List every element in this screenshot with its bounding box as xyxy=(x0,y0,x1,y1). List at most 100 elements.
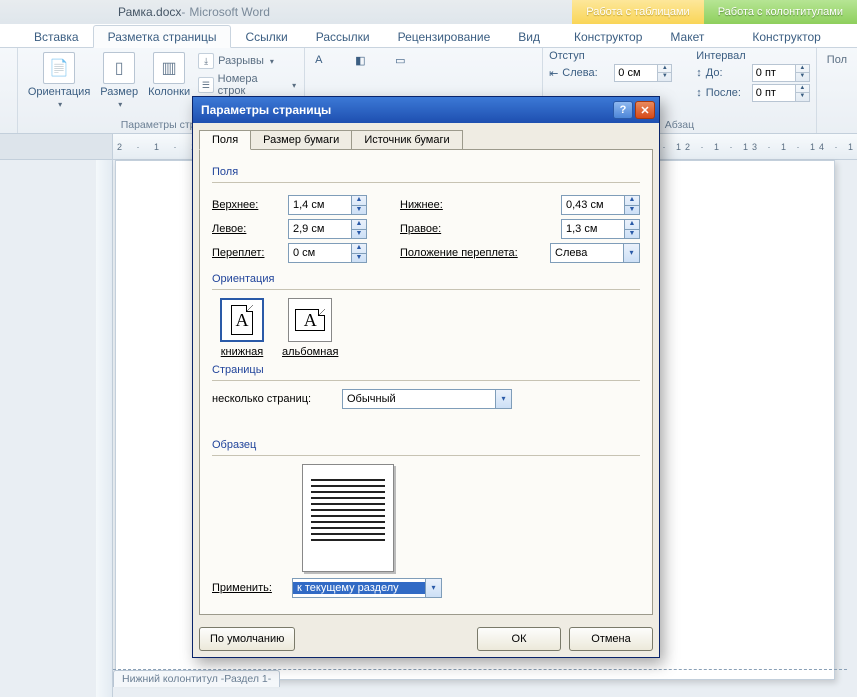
chevron-down-icon: ▾ xyxy=(425,579,441,597)
spinner-arrows[interactable]: ▲▼ xyxy=(624,220,639,238)
gutter-field[interactable] xyxy=(289,244,351,262)
apply-to-combo[interactable]: к текущему разделу ▾ xyxy=(292,578,442,598)
tab-insert[interactable]: Вставка xyxy=(20,26,93,47)
size-icon: ▯ xyxy=(103,52,135,84)
gutter-position-combo[interactable]: Слева ▾ xyxy=(550,243,640,263)
top-margin-label: Верхнее: xyxy=(212,199,288,211)
chevron-down-icon: ▾ xyxy=(495,390,511,408)
cancel-button[interactable]: Отмена xyxy=(569,627,653,651)
spacing-before-label: До: xyxy=(706,67,748,79)
spinner-arrows[interactable]: ▲▼ xyxy=(351,196,366,214)
apply-to-value: к текущему разделу xyxy=(293,582,425,594)
dialog-help-button[interactable]: ? xyxy=(613,101,633,119)
dialog-body: Поля Верхнее: ▲▼ Левое: ▲▼ xyxy=(199,149,653,615)
indent-left-input[interactable]: ▲▼ xyxy=(614,64,672,82)
spacing-before-input[interactable]: ▲▼ xyxy=(752,64,810,82)
bottom-margin-field[interactable] xyxy=(562,196,624,214)
page-borders-icon[interactable]: ▭ xyxy=(395,54,427,86)
bottom-margin-input[interactable]: ▲▼ xyxy=(561,195,640,215)
right-margin-field[interactable] xyxy=(562,220,624,238)
close-icon: ✕ xyxy=(640,104,649,117)
indent-left-field[interactable] xyxy=(615,65,657,81)
breaks-menu[interactable]: ⤓ Разрывы ▾ xyxy=(196,52,298,70)
page-color-icon[interactable]: ◧ xyxy=(355,54,387,86)
section-rule xyxy=(212,455,640,456)
tab-view[interactable]: Вид xyxy=(504,26,554,47)
left-margin-field[interactable] xyxy=(289,220,351,238)
landscape-label: альбомная xyxy=(282,346,338,358)
orientation-portrait-button[interactable]: A книжная xyxy=(220,298,264,358)
tab-headerfooter-design[interactable]: Конструктор xyxy=(738,26,834,47)
apply-to-label: Применить: xyxy=(212,582,292,594)
columns-button[interactable]: ▥ Колонки xyxy=(144,50,194,111)
tab-table-layout[interactable]: Макет xyxy=(656,26,718,47)
top-margin-field[interactable] xyxy=(289,196,351,214)
spinner-arrows[interactable]: ▲▼ xyxy=(795,85,809,101)
spinner-arrows[interactable]: ▲▼ xyxy=(624,196,639,214)
orientation-button[interactable]: 📄 Ориентация ▾ xyxy=(24,50,94,111)
ribbon-group-spacer xyxy=(0,48,18,133)
tab-table-design[interactable]: Конструктор xyxy=(560,26,656,47)
help-icon: ? xyxy=(620,104,627,116)
landscape-icon: A xyxy=(288,298,332,342)
spinner-arrows[interactable]: ▲▼ xyxy=(657,65,671,81)
footer-section-tab[interactable]: Нижний колонтитул -Раздел 1- xyxy=(113,670,280,687)
size-button[interactable]: ▯ Размер ▾ xyxy=(96,50,142,111)
left-margin-label: Левое: xyxy=(212,223,288,235)
spinner-arrows[interactable]: ▲▼ xyxy=(795,65,809,81)
indent-left-label: Слева: xyxy=(562,67,610,79)
context-tab-table-tools: Работа с таблицами xyxy=(572,0,703,24)
chevron-down-icon: ▾ xyxy=(58,100,62,109)
spacing-after-icon: ↕ xyxy=(696,87,702,99)
app-name: Microsoft Word xyxy=(189,5,269,19)
line-numbers-menu[interactable]: ☰ Номера строк ▾ xyxy=(196,72,298,98)
dialog-close-button[interactable]: ✕ xyxy=(635,101,655,119)
section-rule xyxy=(212,289,640,290)
portrait-label: книжная xyxy=(221,346,264,358)
spacing-before-field[interactable] xyxy=(753,65,795,81)
vertical-ruler[interactable] xyxy=(96,160,113,697)
dialog-tabs: Поля Размер бумаги Источник бумаги xyxy=(193,123,659,149)
dialog-title-bar[interactable]: Параметры страницы ? ✕ xyxy=(193,97,659,123)
chevron-down-icon: ▾ xyxy=(118,100,122,109)
multiple-pages-label: несколько страниц: xyxy=(212,393,342,405)
preview-page xyxy=(302,464,394,572)
tab-page-layout[interactable]: Разметка страницы xyxy=(93,25,232,48)
gutter-label: Переплет: xyxy=(212,247,288,259)
spinner-arrows[interactable]: ▲▼ xyxy=(351,220,366,238)
dialog-tab-fields[interactable]: Поля xyxy=(199,130,251,150)
top-margin-input[interactable]: ▲▼ xyxy=(288,195,367,215)
document-left-strip xyxy=(0,160,113,697)
multiple-pages-combo[interactable]: Обычный ▾ xyxy=(342,389,512,409)
indent-left-icon: ⇤ xyxy=(549,67,558,80)
watermark-icon[interactable]: A xyxy=(315,54,347,86)
ribbon-tabs: Вставка Разметка страницы Ссылки Рассылк… xyxy=(0,24,857,48)
tab-review[interactable]: Рецензирование xyxy=(384,26,505,47)
size-label: Размер xyxy=(100,86,138,98)
ok-button[interactable]: ОК xyxy=(477,627,561,651)
dialog-title: Параметры страницы xyxy=(201,103,331,117)
spacing-before-icon: ↕ xyxy=(696,67,702,79)
right-margin-input[interactable]: ▲▼ xyxy=(561,219,640,239)
orientation-landscape-button[interactable]: A альбомная xyxy=(282,298,338,358)
dialog-tab-paper-source[interactable]: Источник бумаги xyxy=(351,130,462,150)
chevron-down-icon: ▾ xyxy=(270,57,274,66)
contextual-tab-headers: Работа с таблицами Работа с колонтитулам… xyxy=(572,0,857,24)
chevron-down-icon: ▾ xyxy=(292,81,296,90)
multiple-pages-value: Обычный xyxy=(343,393,495,405)
spinner-arrows[interactable]: ▲▼ xyxy=(351,244,366,262)
spacing-after-field[interactable] xyxy=(753,85,795,101)
tab-mailings[interactable]: Рассылки xyxy=(302,26,384,47)
title-dash: - xyxy=(181,5,185,19)
defaults-button[interactable]: По умолчанию xyxy=(199,627,295,651)
spacing-after-input[interactable]: ▲▼ xyxy=(752,84,810,102)
gutter-input[interactable]: ▲▼ xyxy=(288,243,367,263)
gutter-position-value: Слева xyxy=(551,247,623,259)
context-tab-header-footer-tools: Работа с колонтитулами xyxy=(704,0,857,24)
line-numbers-icon: ☰ xyxy=(198,77,214,93)
left-margin-input[interactable]: ▲▼ xyxy=(288,219,367,239)
tab-references[interactable]: Ссылки xyxy=(231,26,301,47)
dialog-tab-paper-size[interactable]: Размер бумаги xyxy=(250,130,352,150)
orientation-icon: 📄 xyxy=(43,52,75,84)
section-rule xyxy=(212,380,640,381)
